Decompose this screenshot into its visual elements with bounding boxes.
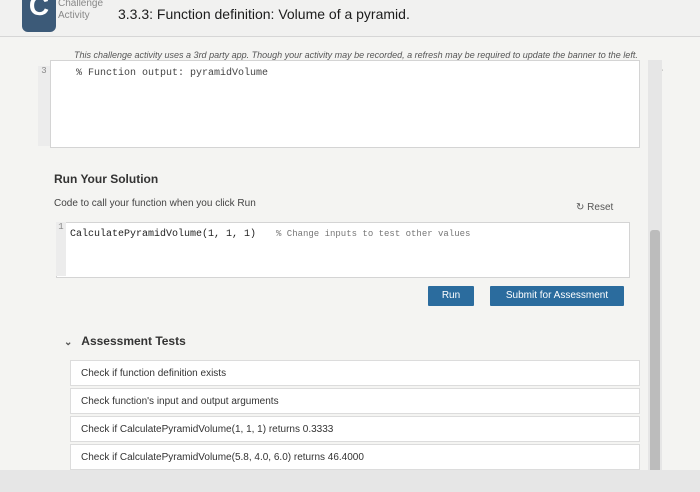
reset-label: Reset: [587, 202, 614, 213]
test-row: Check if CalculatePyramidVolume(5.8, 4.0…: [70, 444, 640, 470]
intro-text: This challenge activity uses a 3rd party…: [74, 50, 638, 60]
bottom-bar: [0, 470, 700, 492]
run-code-line[interactable]: CalculatePyramidVolume(1, 1, 1): [70, 229, 256, 240]
line-number: 1: [58, 222, 64, 232]
line-number: 3: [41, 66, 47, 76]
badge-label-line1: Challenge: [58, 0, 104, 9]
scrollbar-thumb[interactable]: [650, 230, 660, 490]
test-row: Check if function definition exists: [70, 360, 640, 386]
badge-label: Challenge Activity: [58, 0, 103, 22]
badge-label-line2: Activity: [58, 10, 90, 21]
reset-button[interactable]: ↻ Reset: [576, 202, 613, 213]
badge-letter: C: [28, 0, 50, 21]
test-row: Check function's input and output argume…: [70, 388, 640, 414]
chevron-down-icon: ⌄: [64, 337, 73, 348]
submit-button[interactable]: Submit for Assessment: [490, 286, 624, 306]
header-bar: C Challenge Activity 3.3.3: Function def…: [0, 0, 700, 37]
assessment-toggle[interactable]: ⌄ Assessment Tests: [64, 334, 186, 348]
run-editor-gutter: 1: [56, 222, 66, 276]
page-title: 3.3.3: Function definition: Volume of a …: [118, 6, 410, 22]
editor-code-line[interactable]: % Function output: pyramidVolume: [76, 68, 268, 79]
reset-icon: ↻: [576, 202, 585, 213]
run-button[interactable]: Run: [428, 286, 474, 306]
test-row: Check if CalculatePyramidVolume(1, 1, 1)…: [70, 416, 640, 442]
editor-gutter: 3: [38, 66, 50, 146]
run-code-comment[interactable]: % Change inputs to test other values: [276, 229, 470, 239]
run-solution-heading: Run Your Solution: [54, 172, 159, 186]
challenge-badge: C: [22, 0, 56, 32]
run-solution-subtitle: Code to call your function when you clic…: [54, 198, 256, 209]
assessment-heading: Assessment Tests: [81, 334, 186, 348]
